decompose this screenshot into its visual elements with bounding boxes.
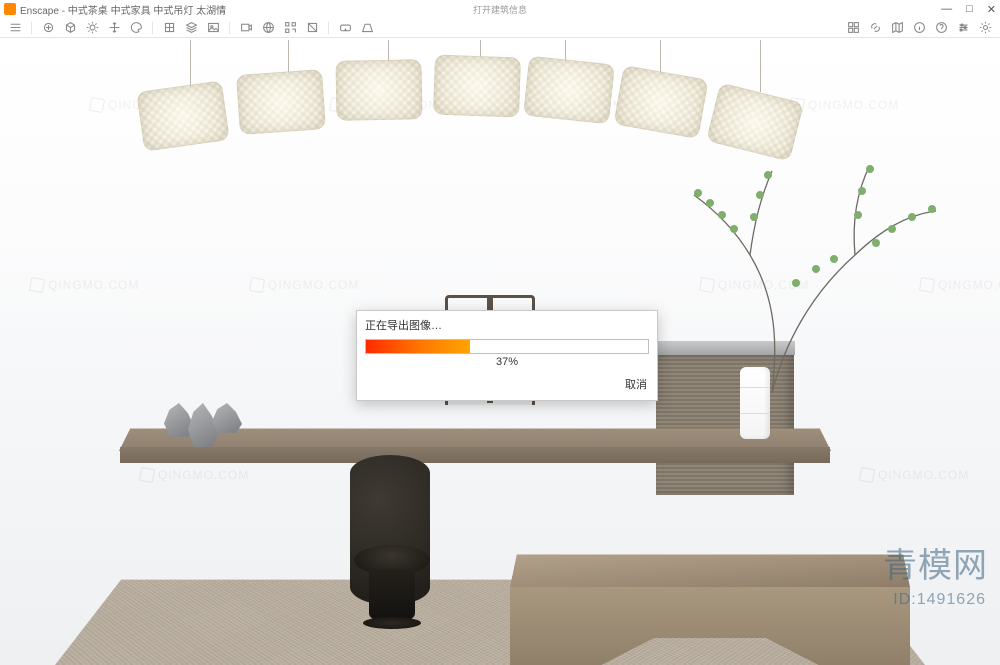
map-icon[interactable] (888, 20, 906, 36)
app-icon (4, 3, 16, 15)
arrows-icon[interactable] (105, 20, 123, 36)
menu-icon[interactable] (6, 20, 24, 36)
dialog-title: 正在导出图像… (357, 311, 657, 337)
link-icon[interactable] (866, 20, 884, 36)
light-sun-icon[interactable] (83, 20, 101, 36)
bench (510, 543, 910, 665)
window-controls: — □ ✕ (941, 3, 996, 16)
image-export-icon[interactable] (204, 20, 222, 36)
help-icon[interactable] (932, 20, 950, 36)
cancel-button[interactable]: 取消 (625, 376, 647, 392)
gear-icon[interactable] (976, 20, 994, 36)
settings-icon[interactable] (954, 20, 972, 36)
minimize-button[interactable]: — (941, 3, 952, 16)
perspective-icon[interactable] (358, 20, 376, 36)
qr-icon[interactable] (281, 20, 299, 36)
plant (680, 145, 960, 395)
watermark-brand: 青模网 (883, 538, 988, 587)
watermark-id: ID:1491626 (893, 591, 986, 609)
export-progress-dialog: 正在导出图像… 37% 取消 (356, 310, 658, 401)
info-icon[interactable] (910, 20, 928, 36)
progress-percent: 37% (357, 354, 657, 374)
mono-icon[interactable] (303, 20, 321, 36)
maximize-button[interactable]: □ (966, 3, 973, 16)
progress-bar (365, 339, 649, 354)
palette-icon[interactable] (127, 20, 145, 36)
progress-bar-fill (366, 340, 470, 353)
ortho-icon[interactable] (160, 20, 178, 36)
vr-icon[interactable] (336, 20, 354, 36)
video-export-icon[interactable] (237, 20, 255, 36)
close-button[interactable]: ✕ (987, 3, 996, 16)
grid-icon[interactable] (844, 20, 862, 36)
stool (354, 545, 430, 631)
toolbar (0, 18, 1000, 38)
globe-icon[interactable] (259, 20, 277, 36)
stack-icon[interactable] (182, 20, 200, 36)
rocks (170, 403, 242, 447)
banner-hint: 打开建筑信息 (473, 3, 527, 16)
add-asset-icon[interactable] (39, 20, 57, 36)
viewport[interactable]: QINGMO.COM QINGMO.COM QINGMO.COM QINGMO.… (0, 38, 1000, 665)
cube-icon[interactable] (61, 20, 79, 36)
title-bar: Enscape - 中式茶桌 中式家具 中式吊灯 太湖情 打开建筑信息 — □ … (0, 0, 1000, 18)
